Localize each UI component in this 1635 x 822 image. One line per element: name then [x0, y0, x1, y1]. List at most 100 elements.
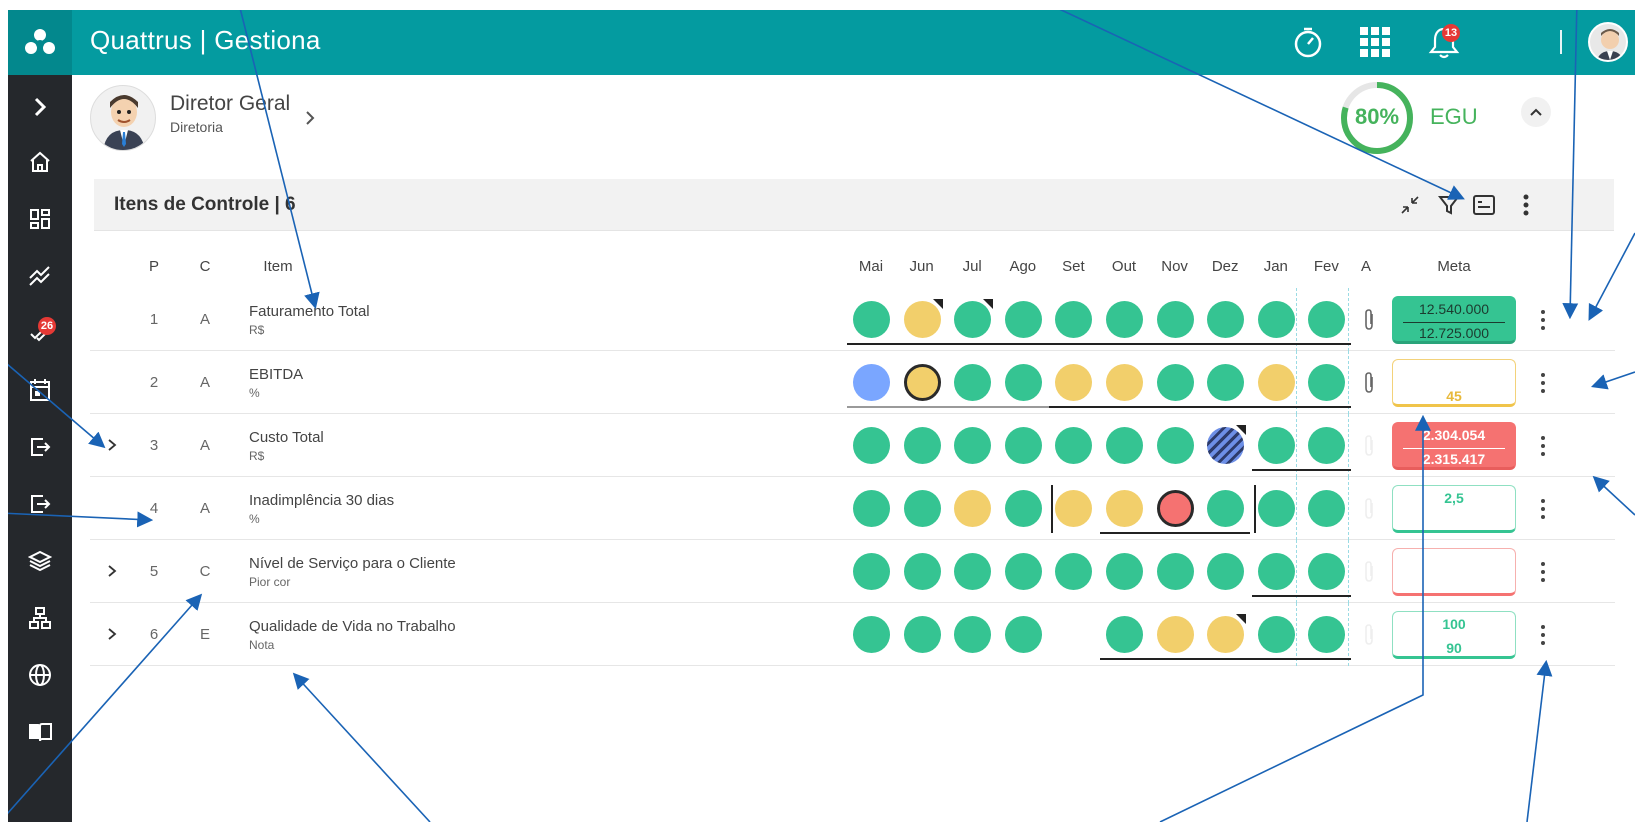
- row-menu-button[interactable]: [1538, 308, 1548, 332]
- status-dot-jun[interactable]: [903, 553, 941, 590]
- user-avatar[interactable]: [1588, 22, 1628, 62]
- meta-target-box[interactable]: 2.304.054 2.315.417: [1392, 422, 1516, 470]
- status-dot-jan[interactable]: [1257, 616, 1295, 653]
- status-dot-out[interactable]: [1106, 490, 1143, 527]
- status-dot-ago[interactable]: [1004, 427, 1042, 464]
- meta-target-box[interactable]: 45: [1392, 359, 1516, 407]
- status-dot-jun[interactable]: [903, 299, 943, 338]
- status-dot-mai[interactable]: [853, 490, 890, 527]
- status-dot-jan[interactable]: [1257, 553, 1295, 590]
- attachment-button[interactable]: [1362, 497, 1380, 521]
- status-dot-jan[interactable]: [1257, 301, 1295, 338]
- section-menu-button[interactable]: [1512, 191, 1540, 219]
- table-row[interactable]: 3 A Custo Total R$ 2.304.054 2.315.417: [90, 414, 1615, 477]
- status-dot-jul[interactable]: [954, 616, 992, 653]
- sidebar-item-tasks[interactable]: 26: [8, 309, 72, 357]
- status-dot-ago[interactable]: [1004, 301, 1042, 338]
- status-dot-nov[interactable]: [1156, 427, 1194, 464]
- status-dot-set[interactable]: [1055, 427, 1093, 464]
- status-dot-nov[interactable]: [1156, 490, 1194, 527]
- status-dot-out[interactable]: [1106, 616, 1143, 653]
- table-row[interactable]: 6 E Qualidade de Vida no Trabalho Nota 100 90: [90, 603, 1615, 666]
- status-dot-nov[interactable]: [1156, 616, 1194, 653]
- status-dot-dez[interactable]: [1207, 490, 1245, 527]
- filter-button[interactable]: [1435, 191, 1463, 219]
- row-menu-button[interactable]: [1538, 623, 1548, 647]
- status-dot-fev[interactable]: [1308, 616, 1346, 653]
- status-dot-nov[interactable]: [1156, 301, 1194, 338]
- meta-target-box[interactable]: 12.540.000 12.725.000: [1392, 296, 1516, 344]
- status-dot-fev[interactable]: [1308, 427, 1346, 464]
- meta-target-box[interactable]: 2,5: [1392, 485, 1516, 533]
- attachment-button[interactable]: [1362, 371, 1380, 395]
- row-item[interactable]: Nível de Serviço para o Cliente Pior cor: [249, 555, 456, 589]
- apps-grid-button[interactable]: [1355, 22, 1395, 62]
- status-dot-jan[interactable]: [1257, 427, 1295, 464]
- status-dot-jun[interactable]: [903, 490, 941, 527]
- row-menu-button[interactable]: [1538, 371, 1548, 395]
- status-dot-jun[interactable]: [903, 427, 941, 464]
- row-item[interactable]: Custo Total R$: [249, 429, 324, 463]
- status-dot-mai[interactable]: [853, 364, 890, 401]
- sidebar-item-trends[interactable]: [8, 252, 72, 300]
- status-dot-dez[interactable]: [1207, 425, 1247, 464]
- status-dot-jul[interactable]: [954, 427, 992, 464]
- attachment-button[interactable]: [1362, 623, 1380, 647]
- status-dot-mai[interactable]: [853, 427, 890, 464]
- row-item[interactable]: Inadimplência 30 dias%: [249, 492, 394, 526]
- status-dot-jun[interactable]: [903, 364, 941, 401]
- status-dot-mai[interactable]: [853, 301, 890, 338]
- sidebar-item-login[interactable]: [8, 423, 72, 471]
- row-menu-button[interactable]: [1538, 497, 1548, 521]
- sidebar-item-home[interactable]: [8, 138, 72, 186]
- compress-view-button[interactable]: [1396, 191, 1424, 219]
- sidebar-item-calendar[interactable]: [8, 366, 72, 414]
- row-menu-button[interactable]: [1538, 434, 1548, 458]
- row-expand-button[interactable]: [102, 623, 122, 645]
- meta-target-box[interactable]: [1392, 548, 1516, 596]
- table-row[interactable]: 5 C Nível de Serviço para o Cliente Pior co…: [90, 540, 1615, 603]
- status-dot-set[interactable]: [1055, 490, 1093, 527]
- sidebar-item-logout[interactable]: [8, 480, 72, 528]
- sidebar-item-org-chart[interactable]: [8, 594, 72, 642]
- row-item[interactable]: EBITDA%: [249, 366, 303, 400]
- status-dot-nov[interactable]: [1156, 553, 1194, 590]
- status-dot-jan[interactable]: [1257, 490, 1295, 527]
- status-dot-fev[interactable]: [1308, 301, 1346, 338]
- status-dot-out[interactable]: [1106, 364, 1143, 401]
- sidebar-item-globe[interactable]: [8, 651, 72, 699]
- status-dot-dez[interactable]: [1207, 364, 1245, 401]
- status-dot-nov[interactable]: [1156, 364, 1194, 401]
- meta-target-box[interactable]: 100 90: [1392, 611, 1516, 659]
- status-dot-ago[interactable]: [1004, 616, 1042, 653]
- notifications-button[interactable]: 13: [1424, 22, 1464, 62]
- status-dot-jul[interactable]: [954, 299, 994, 338]
- status-dot-fev[interactable]: [1308, 553, 1346, 590]
- row-expand-button[interactable]: [102, 434, 122, 456]
- view-mode-button[interactable]: [1470, 191, 1498, 219]
- app-logo[interactable]: [8, 10, 72, 75]
- status-dot-fev[interactable]: [1308, 364, 1346, 401]
- attachment-button[interactable]: [1362, 434, 1380, 458]
- status-dot-out[interactable]: [1106, 301, 1143, 338]
- status-dot-set[interactable]: [1055, 553, 1093, 590]
- status-dot-out[interactable]: [1106, 553, 1143, 590]
- sidebar-item-layers[interactable]: [8, 537, 72, 585]
- attachment-button[interactable]: [1362, 308, 1380, 332]
- row-item[interactable]: Qualidade de Vida no Trabalho Nota: [249, 618, 456, 652]
- status-dot-ago[interactable]: [1004, 364, 1042, 401]
- sidebar-item-book[interactable]: [8, 708, 72, 756]
- status-dot-ago[interactable]: [1004, 553, 1042, 590]
- status-dot-dez[interactable]: [1207, 614, 1247, 653]
- status-dot-set[interactable]: [1055, 364, 1093, 401]
- status-dot-jul[interactable]: [954, 364, 992, 401]
- row-menu-button[interactable]: [1538, 560, 1548, 584]
- profile-expand-button[interactable]: [304, 109, 316, 132]
- status-dot-fev[interactable]: [1308, 490, 1346, 527]
- status-dot-dez[interactable]: [1207, 301, 1245, 338]
- table-row[interactable]: 4 A Inadimplência 30 dias% 2,5: [90, 477, 1615, 540]
- status-dot-jul[interactable]: [954, 553, 992, 590]
- stopwatch-button[interactable]: [1288, 22, 1328, 62]
- table-row[interactable]: 1 A Faturamento Total R$ 12.540.000 12.725.00…: [90, 288, 1615, 351]
- sidebar-item-expand[interactable]: [8, 83, 72, 131]
